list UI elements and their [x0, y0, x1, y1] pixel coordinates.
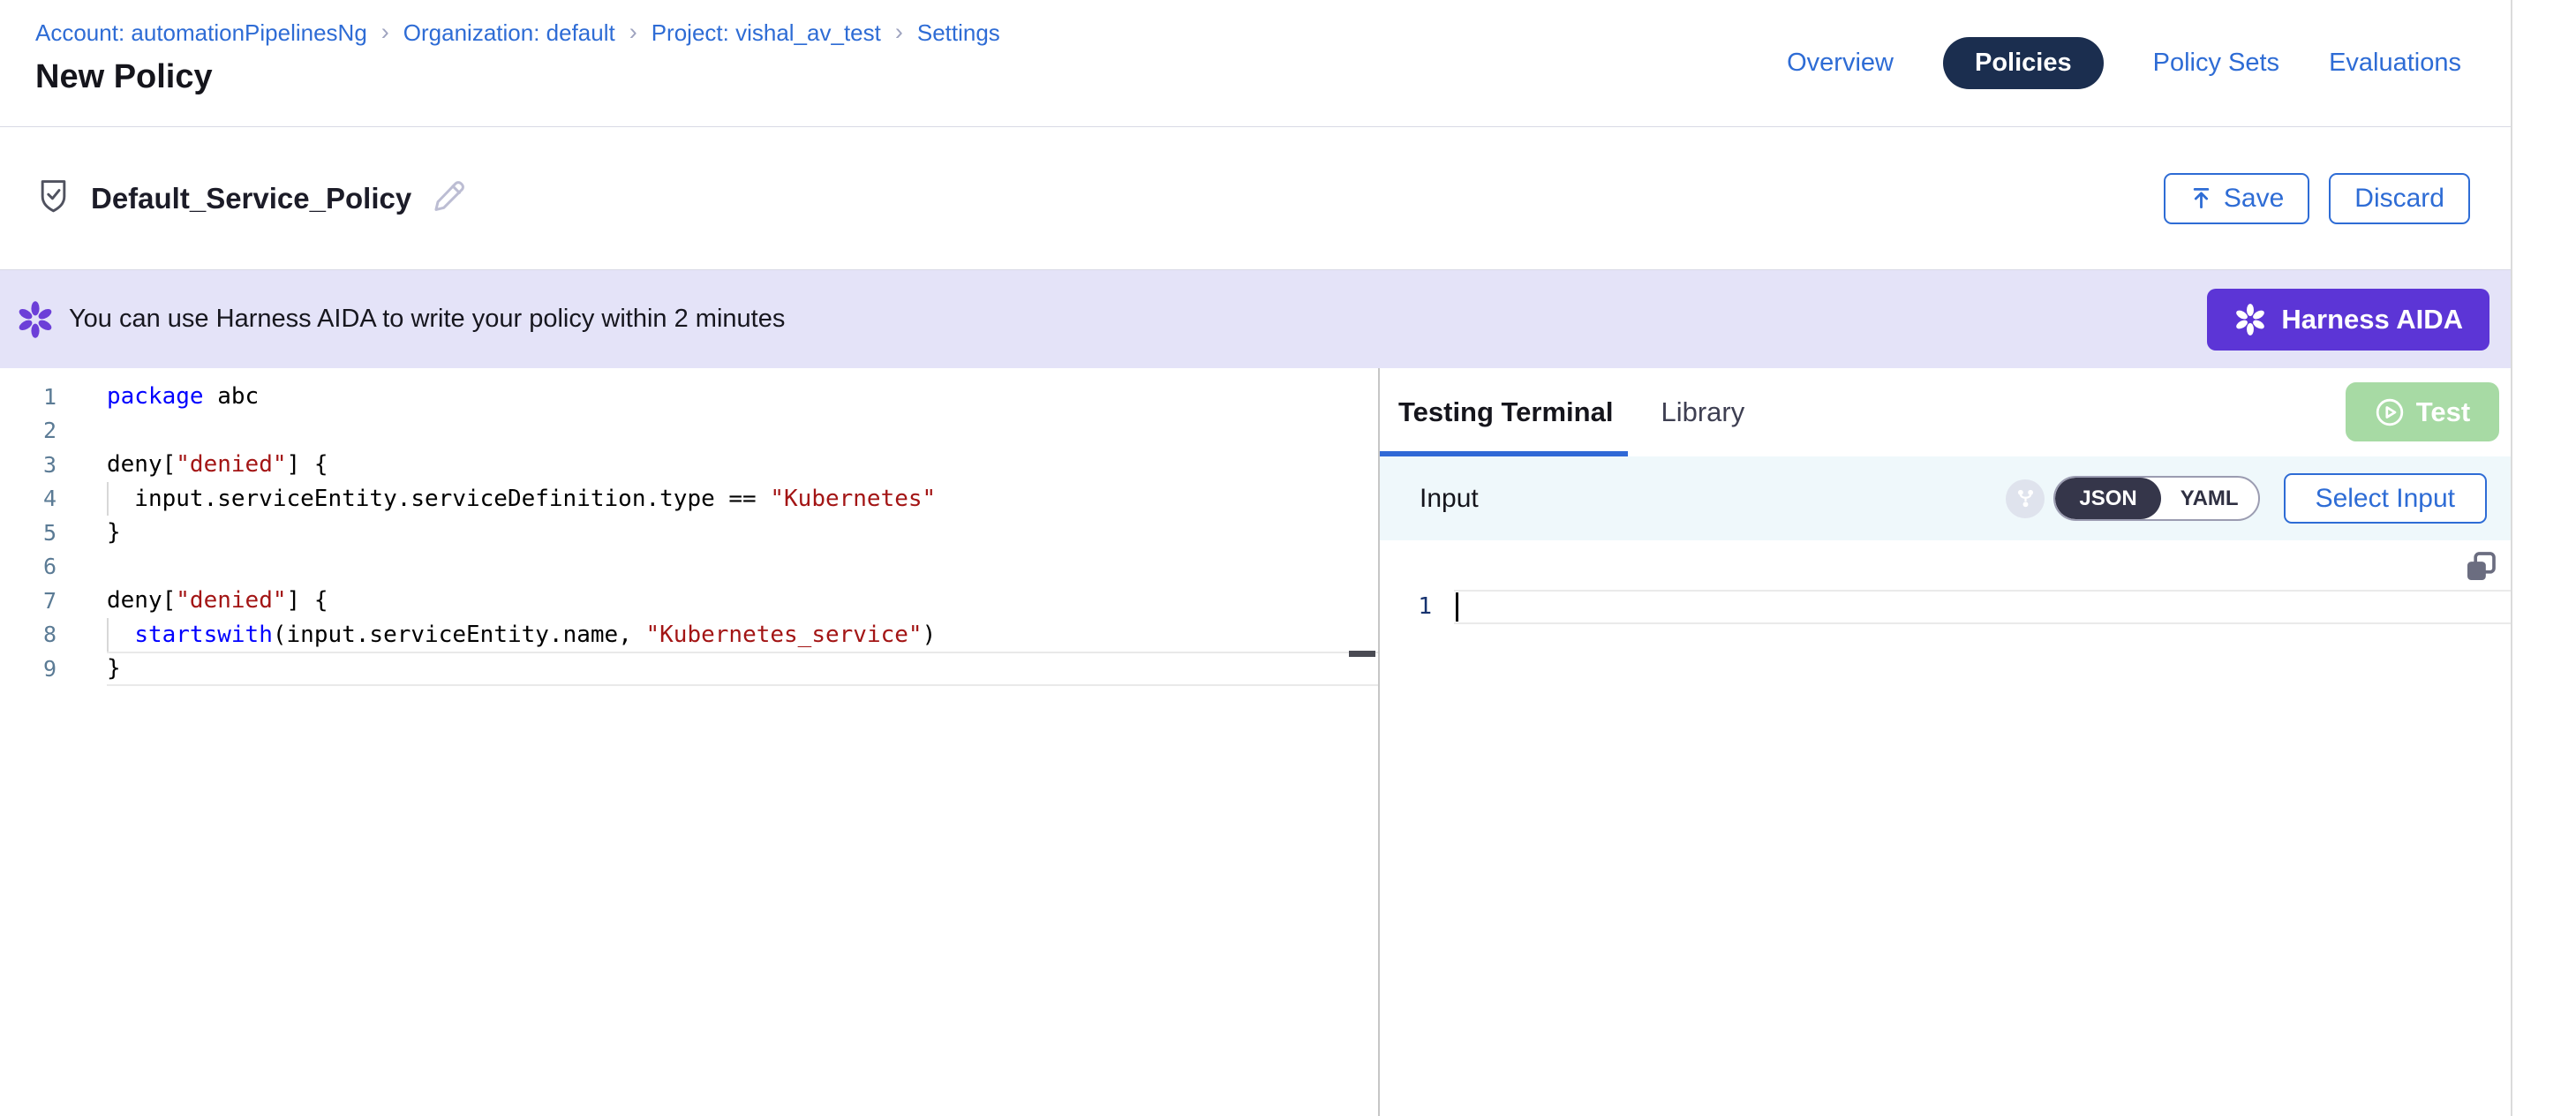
code-content: }	[107, 652, 1378, 686]
testing-terminal-panel: Testing Terminal Library Test Input	[1380, 368, 2511, 1116]
code-content: deny["denied"] {	[107, 584, 1378, 618]
code-content: }	[107, 516, 1378, 550]
text-cursor	[1456, 592, 1458, 622]
test-button[interactable]: Test	[2346, 382, 2499, 441]
input-bar-controls: JSONYAML Select Input	[2006, 473, 2487, 524]
line-number: 7	[0, 588, 56, 614]
terminal-tabs: Testing Terminal Library Test	[1380, 368, 2511, 456]
line-number: 2	[0, 418, 56, 443]
input-section-header: Input JSONYAML Select Input	[1380, 456, 2511, 540]
format-toggle: JSONYAML	[2053, 476, 2259, 521]
aida-flower-icon	[16, 300, 55, 339]
code-content: deny["denied"] {	[107, 448, 1378, 482]
discard-button[interactable]: Discard	[2329, 173, 2470, 224]
breadcrumb-item[interactable]: Settings	[917, 19, 1000, 47]
line-number: 9	[0, 656, 56, 682]
breadcrumb-item[interactable]: Project: vishal_av_test	[652, 19, 881, 47]
code-line[interactable]: 8 startswith(input.serviceEntity.name, "…	[0, 618, 1378, 652]
play-circle-icon	[2375, 397, 2405, 427]
discard-button-label: Discard	[2354, 184, 2444, 214]
code-line[interactable]: 3 deny["denied"] {	[0, 448, 1378, 482]
shield-check-icon	[37, 178, 70, 219]
line-number: 8	[0, 622, 56, 647]
code-line[interactable]: 7 deny["denied"] {	[0, 584, 1378, 618]
line-number: 4	[0, 486, 56, 511]
active-tab-underline	[1380, 451, 1628, 456]
page-header: Account: automationPipelinesNg › Organizat…	[0, 0, 2511, 127]
input-line-number: 1	[1380, 590, 1432, 624]
overview-ruler-cursor-mark	[1349, 651, 1375, 657]
aida-banner: You can use Harness AIDA to write your p…	[0, 270, 2511, 368]
policy-bar: Default_Service_Policy Save Discard	[0, 127, 2511, 270]
app-window: Account: automationPipelinesNg › Organizat…	[0, 0, 2512, 1116]
aida-banner-message: You can use Harness AIDA to write your p…	[69, 305, 785, 334]
code-content	[107, 550, 1378, 584]
code-line[interactable]: 1 package abc	[0, 380, 1378, 414]
breadcrumb-separator: ›	[629, 19, 637, 46]
code-lines: 1package abc23deny["denied"] {4 input.se…	[0, 380, 1378, 686]
policy-name: Default_Service_Policy	[91, 182, 411, 215]
main-content: 1package abc23deny["denied"] {4 input.se…	[0, 368, 2511, 1116]
aida-button-flower-icon	[2233, 303, 2267, 336]
breadcrumb-item[interactable]: Organization: default	[403, 19, 615, 47]
input-section-title: Input	[1420, 484, 1479, 514]
code-content: package abc	[107, 380, 1378, 414]
code-content: input.serviceEntity.serviceDefinition.ty…	[107, 482, 1378, 517]
input-line-content[interactable]	[1454, 590, 2511, 624]
tab-evaluations[interactable]: Evaluations	[2329, 49, 2461, 78]
code-content	[107, 414, 1378, 449]
terminal-tab-library[interactable]: Library	[1661, 396, 1744, 428]
format-option-yaml[interactable]: YAML	[2161, 478, 2258, 519]
harness-aida-button[interactable]: Harness AIDA	[2207, 289, 2489, 351]
breadcrumb-separator: ›	[895, 19, 903, 46]
upload-icon	[2189, 185, 2213, 211]
header-tabs: Overview Policies Policy Sets Evaluations	[1787, 37, 2461, 89]
save-button[interactable]: Save	[2164, 173, 2309, 224]
code-content: startswith(input.serviceEntity.name, "Ku…	[107, 618, 1378, 652]
line-number: 6	[0, 554, 56, 579]
code-line[interactable]: 6	[0, 550, 1378, 584]
breadcrumb-item[interactable]: Account: automationPipelinesNg	[35, 19, 367, 47]
breadcrumb-separator: ›	[381, 19, 389, 46]
line-number: 3	[0, 452, 56, 478]
code-line[interactable]: 4 input.serviceEntity.serviceDefinition.…	[0, 482, 1378, 517]
format-option-json[interactable]: JSON	[2055, 478, 2160, 519]
save-button-label: Save	[2224, 184, 2284, 214]
edit-pencil-icon[interactable]	[431, 177, 468, 219]
tab-policy-sets[interactable]: Policy Sets	[2153, 49, 2279, 78]
select-input-button[interactable]: Select Input	[2284, 473, 2487, 524]
terminal-tab-testing-terminal[interactable]: Testing Terminal	[1398, 396, 1613, 428]
code-line[interactable]: 2	[0, 414, 1378, 449]
tab-policies[interactable]: Policies	[1943, 37, 2104, 89]
select-input-label: Select Input	[2316, 484, 2455, 514]
test-input-editor[interactable]: 1	[1380, 540, 2511, 1116]
input-editor-line[interactable]: 1	[1380, 590, 2511, 624]
policy-code-editor[interactable]: 1package abc23deny["denied"] {4 input.se…	[0, 368, 1378, 1116]
code-line[interactable]: 5}	[0, 516, 1378, 550]
line-number: 5	[0, 520, 56, 546]
tab-overview[interactable]: Overview	[1787, 49, 1894, 78]
test-button-label: Test	[2416, 396, 2470, 428]
line-number: 1	[0, 384, 56, 410]
git-fork-icon	[2006, 479, 2045, 518]
copy-icon[interactable]	[2463, 549, 2498, 587]
aida-button-label: Harness AIDA	[2281, 304, 2463, 336]
code-line[interactable]: 9}	[0, 652, 1378, 686]
